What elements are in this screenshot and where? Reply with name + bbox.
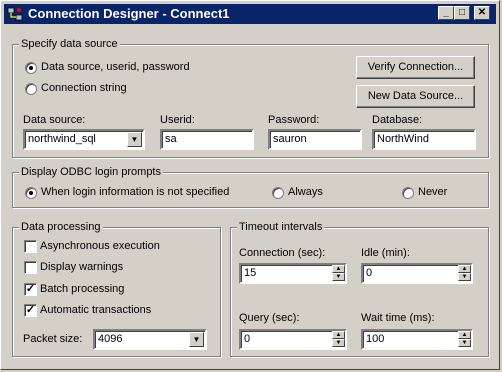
app-icon: [7, 7, 23, 21]
async-checkbox[interactable]: [24, 240, 37, 253]
minimize-button[interactable]: _: [438, 6, 454, 20]
password-input[interactable]: sauron: [268, 129, 362, 150]
specify-data-source-group: Specify data source Data source, userid,…: [12, 38, 489, 158]
userid-label: Userid:: [160, 114, 195, 126]
spin-down-icon[interactable]: ▼: [332, 339, 345, 347]
spin-down-icon[interactable]: ▼: [458, 273, 471, 281]
timeout-intervals-label: Timeout intervals: [237, 221, 325, 233]
radio-never-label: Never: [418, 186, 448, 198]
query-sec-stepper[interactable]: 0 ▲ ▼: [239, 329, 347, 350]
wait-time-stepper[interactable]: 100 ▲ ▼: [361, 329, 473, 350]
chevron-down-icon[interactable]: ▼: [127, 132, 142, 147]
radio-when-needed[interactable]: [25, 187, 37, 199]
spin-down-icon[interactable]: ▼: [458, 339, 471, 347]
query-sec-label: Query (sec):: [239, 312, 300, 324]
chevron-down-icon[interactable]: ▼: [189, 332, 204, 347]
spin-down-icon[interactable]: ▼: [332, 273, 345, 281]
data-processing-group: Data processing Asynchronous execution D…: [12, 221, 221, 357]
warnings-label: Display warnings: [40, 261, 124, 273]
window-title: Connection Designer - Connect1: [28, 6, 230, 21]
radio-dsn[interactable]: [25, 62, 37, 74]
idle-min-stepper[interactable]: 0 ▲ ▼: [361, 263, 473, 284]
radio-always-label: Always: [288, 186, 323, 198]
connection-sec-value: 15: [244, 267, 257, 279]
title-bar[interactable]: Connection Designer - Connect1 _ □ ✕: [4, 4, 496, 24]
packet-size-label: Packet size:: [23, 333, 83, 345]
radio-when-needed-label: When login information is not specified: [41, 186, 230, 198]
wait-time-label: Wait time (ms):: [361, 312, 435, 324]
data-source-select[interactable]: northwind_sql ▼: [23, 129, 145, 150]
packet-size-value: 4096: [98, 333, 123, 345]
password-label: Password:: [268, 114, 320, 126]
idle-min-value: 0: [366, 267, 373, 279]
database-label: Database:: [372, 114, 423, 126]
packet-size-select[interactable]: 4096 ▼: [93, 329, 207, 350]
userid-input[interactable]: sa: [160, 129, 254, 150]
close-button[interactable]: ✕: [474, 6, 490, 20]
radio-never[interactable]: [402, 187, 414, 199]
database-input[interactable]: NorthWind: [372, 129, 476, 150]
new-data-source-button[interactable]: New Data Source...: [356, 85, 475, 108]
query-sec-value: 0: [244, 333, 251, 345]
batch-label: Batch processing: [40, 283, 125, 295]
radio-always[interactable]: [272, 187, 284, 199]
radio-connection-string[interactable]: [25, 83, 37, 95]
spin-up-icon[interactable]: ▲: [332, 331, 345, 339]
auto-transactions-checkbox[interactable]: ✓: [24, 304, 37, 317]
spin-up-icon[interactable]: ▲: [458, 265, 471, 273]
connection-designer-window: Connection Designer - Connect1 _ □ ✕ Spe…: [0, 0, 500, 370]
data-processing-label: Data processing: [19, 221, 103, 233]
connection-sec-stepper[interactable]: 15 ▲ ▼: [239, 263, 347, 284]
connection-sec-label: Connection (sec):: [239, 247, 326, 259]
idle-min-label: Idle (min):: [361, 247, 410, 259]
radio-connection-string-label: Connection string: [41, 82, 127, 94]
radio-dsn-label: Data source, userid, password: [41, 61, 190, 73]
data-source-value: northwind_sql: [28, 133, 96, 145]
maximize-button[interactable]: □: [454, 6, 470, 20]
odbc-prompts-label: Display ODBC login prompts: [19, 166, 163, 178]
async-label: Asynchronous execution: [40, 240, 160, 252]
timeout-intervals-group: Timeout intervals Connection (sec): 15 ▲…: [230, 221, 489, 357]
odbc-prompts-group: Display ODBC login prompts When login in…: [12, 166, 489, 208]
spin-up-icon[interactable]: ▲: [332, 265, 345, 273]
verify-connection-button[interactable]: Verify Connection...: [356, 56, 475, 79]
wait-time-value: 100: [366, 333, 385, 345]
batch-checkbox[interactable]: ✓: [24, 283, 37, 296]
auto-transactions-label: Automatic transactions: [40, 304, 152, 316]
data-source-label: Data source:: [23, 114, 86, 126]
warnings-checkbox[interactable]: [24, 261, 37, 274]
spin-up-icon[interactable]: ▲: [458, 331, 471, 339]
specify-data-source-label: Specify data source: [19, 38, 120, 50]
